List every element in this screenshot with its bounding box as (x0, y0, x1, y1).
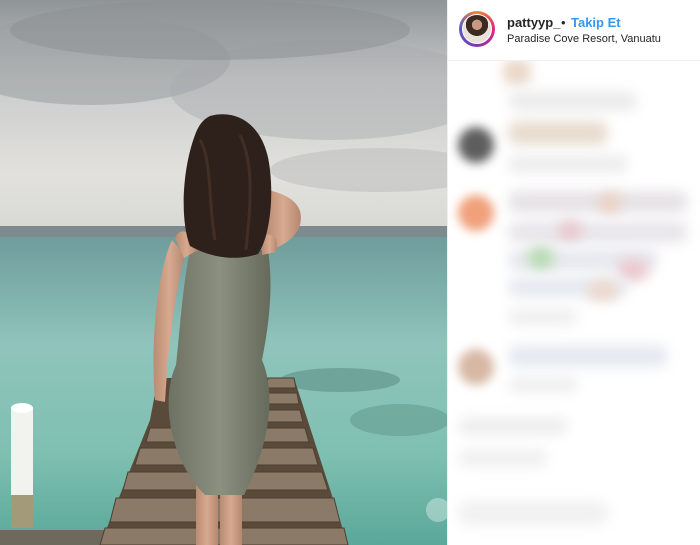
location-link[interactable]: Paradise Cove Resort, Vanuatu (507, 33, 661, 45)
avatar-icon[interactable] (462, 14, 492, 44)
blurred-comments (448, 61, 700, 545)
post-photo[interactable] (0, 0, 447, 545)
photo-scene (0, 0, 447, 545)
story-ring[interactable] (459, 11, 495, 47)
separator-dot: • (561, 15, 566, 30)
follow-button[interactable]: Takip Et (571, 15, 621, 30)
username-link[interactable]: pattyyp_ (507, 15, 560, 30)
post-header: pattyyp_ • Takip Et Paradise Cove Resort… (448, 0, 700, 61)
post-sidebar: pattyyp_ • Takip Et Paradise Cove Resort… (448, 0, 700, 545)
